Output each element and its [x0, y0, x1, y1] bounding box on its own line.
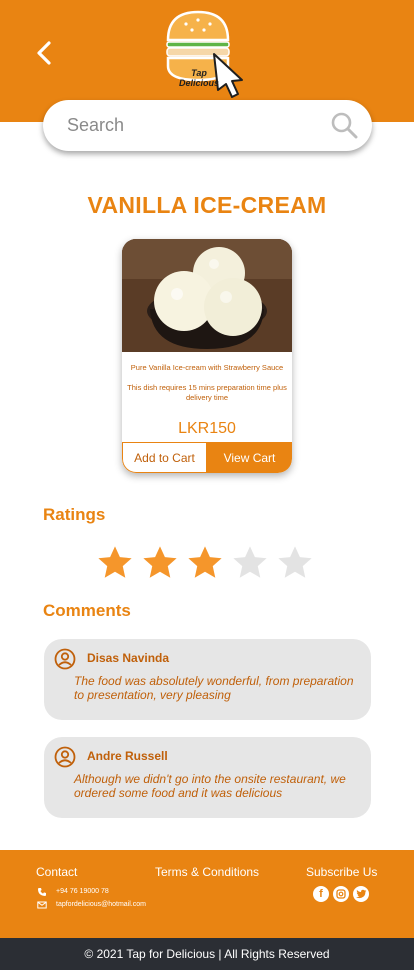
ice-cream-image: [122, 239, 292, 352]
user-avatar-icon: [54, 648, 76, 670]
back-button[interactable]: [30, 38, 58, 68]
star-filled-icon[interactable]: [96, 544, 134, 582]
footer-contact-heading: Contact: [36, 865, 78, 879]
comment-author: Andre Russell: [87, 749, 168, 763]
comment-text: Although we didn't go into the onsite re…: [74, 772, 346, 800]
twitter-glyph: [355, 889, 366, 899]
comment-card: Disas Navinda The food was absolutely wo…: [44, 639, 371, 720]
rating-stars[interactable]: [96, 544, 320, 584]
star-filled-icon[interactable]: [141, 544, 179, 582]
search-icon[interactable]: [330, 111, 358, 139]
preparation-note: This dish requires 15 mins preparation t…: [127, 383, 287, 402]
copyright-bar: © 2021 Tap for Delicious | All Rights Re…: [0, 938, 414, 970]
comment-card: Andre Russell Although we didn't go into…: [44, 737, 371, 818]
footer: Contact Terms & Conditions Subscribe Us …: [0, 850, 414, 938]
product-title: VANILLA ICE-CREAM: [87, 192, 327, 218]
comment-text: The food was absolutely wonderful, from …: [74, 674, 354, 702]
footer-email[interactable]: tapfordelicious@hotmail.com: [56, 901, 146, 908]
phone-icon: [38, 888, 46, 896]
twitter-icon[interactable]: [353, 886, 369, 902]
product-description: Pure Vanilla Ice-cream with Strawberry S…: [130, 363, 284, 372]
terms-link[interactable]: Terms & Conditions: [155, 865, 259, 879]
star-empty-icon[interactable]: [231, 544, 269, 582]
view-cart-button[interactable]: View Cart: [207, 442, 292, 473]
product-price: LKR150: [178, 420, 236, 437]
search-bar: [43, 100, 372, 151]
star-empty-icon[interactable]: [276, 544, 314, 582]
logo-text: Tap Delicious: [164, 68, 234, 88]
ratings-heading: Ratings: [43, 505, 106, 524]
comments-heading: Comments: [43, 601, 131, 620]
subscribe-heading: Subscribe Us: [306, 865, 378, 879]
brand-logo[interactable]: Tap Delicious: [160, 6, 256, 100]
logo-text-line2: Delicious: [178, 78, 219, 88]
comment-author: Disas Navinda: [87, 651, 170, 665]
facebook-glyph: f: [319, 888, 323, 900]
add-to-cart-button[interactable]: Add to Cart: [122, 442, 207, 473]
product-card: Pure Vanilla Ice-cream with Strawberry S…: [122, 239, 292, 473]
instagram-glyph: [336, 889, 346, 899]
product-image: [122, 239, 292, 352]
chevron-left-icon: [37, 41, 51, 65]
footer-phone: +94 76 19000 78: [56, 888, 109, 895]
user-avatar-icon: [54, 746, 76, 768]
star-filled-icon[interactable]: [186, 544, 224, 582]
mail-icon: [37, 901, 47, 909]
facebook-icon[interactable]: f: [313, 886, 329, 902]
search-input[interactable]: [67, 100, 317, 151]
logo-text-line1: Tap: [191, 68, 207, 78]
instagram-icon[interactable]: [333, 886, 349, 902]
